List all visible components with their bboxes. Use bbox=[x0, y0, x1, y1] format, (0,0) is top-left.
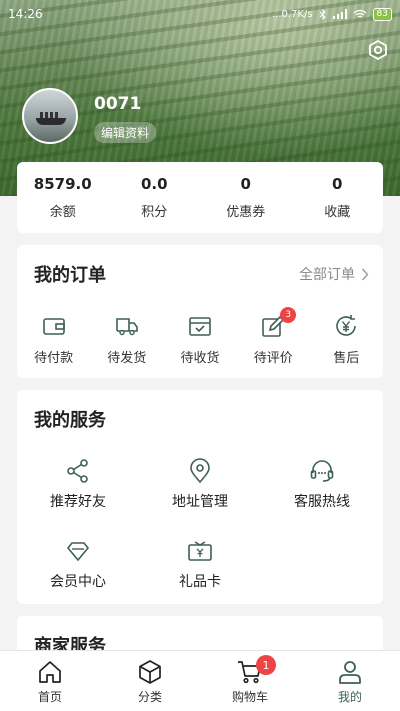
order-pending-review[interactable]: 3 待评价 bbox=[237, 307, 310, 366]
username: 0071 bbox=[94, 94, 142, 114]
share-icon bbox=[67, 459, 88, 483]
tab-label: 首页 bbox=[37, 690, 62, 704]
service-recommend-friends[interactable]: 推荐好友 bbox=[17, 458, 139, 511]
stat-balance[interactable]: 8579.0 余额 bbox=[17, 162, 109, 233]
chevron-right-icon bbox=[361, 268, 369, 280]
service-member-center[interactable]: 会员中心 bbox=[17, 538, 139, 591]
stat-value: 8579.0 bbox=[33, 175, 92, 193]
all-orders-label: 全部订单 bbox=[299, 267, 355, 283]
status-bar: 14:26 ...0.7K/s 83 bbox=[0, 0, 400, 28]
order-pending-receipt[interactable]: 待收货 bbox=[163, 313, 236, 366]
service-label: 推荐好友 bbox=[50, 494, 106, 510]
stat-label: 收藏 bbox=[324, 205, 351, 220]
stat-value: 0 bbox=[240, 175, 251, 193]
order-after-sales[interactable]: 售后 bbox=[310, 313, 383, 366]
edit-profile-button[interactable]: 编辑资料 bbox=[94, 122, 157, 143]
service-label: 会员中心 bbox=[50, 574, 106, 590]
diamond-icon bbox=[66, 542, 90, 562]
tab-category[interactable]: 分类 bbox=[100, 651, 200, 711]
service-label: 客服热线 bbox=[294, 494, 350, 510]
order-pending-shipment[interactable]: 待发货 bbox=[90, 313, 163, 366]
order-label: 待付款 bbox=[34, 351, 74, 366]
cart-count-badge: 1 bbox=[256, 655, 276, 675]
truck-icon bbox=[115, 318, 138, 336]
order-label: 待评价 bbox=[253, 351, 293, 366]
my-orders-card: 我的订单 全部订单 待付款 待发货 待收货 3 待评价 售后 bbox=[17, 245, 383, 378]
tab-cart[interactable]: 1 购物车 bbox=[200, 651, 300, 711]
home-icon bbox=[39, 661, 61, 683]
stat-favorites[interactable]: 0 收藏 bbox=[292, 162, 384, 233]
category-cube-icon bbox=[139, 660, 161, 684]
service-address-management[interactable]: 地址管理 bbox=[139, 458, 261, 511]
review-count-badge: 3 bbox=[280, 307, 297, 323]
my-services-card: 我的服务 推荐好友 地址管理 客服热线 会员中心 礼品卡 bbox=[17, 390, 383, 604]
order-label: 待收货 bbox=[180, 351, 220, 366]
headset-icon bbox=[310, 460, 334, 482]
order-pending-payment[interactable]: 待付款 bbox=[17, 313, 90, 366]
service-gift-card[interactable]: 礼品卡 bbox=[139, 538, 261, 591]
signal-icon bbox=[332, 9, 347, 19]
service-customer-hotline[interactable]: 客服热线 bbox=[261, 458, 383, 511]
gift-card-icon bbox=[188, 541, 212, 561]
bottom-tab-bar: 首页 分类 1 购物车 我的 bbox=[0, 650, 400, 711]
orders-title: 我的订单 bbox=[34, 265, 106, 286]
services-title: 我的服务 bbox=[34, 410, 106, 431]
location-icon bbox=[190, 458, 210, 484]
tab-label: 我的 bbox=[337, 690, 362, 704]
all-orders-link[interactable]: 全部订单 bbox=[299, 264, 369, 284]
network-speed: ...0.7K/s bbox=[271, 8, 313, 20]
service-label: 礼品卡 bbox=[179, 574, 221, 590]
account-stats-card: 8579.0 余额 0.0 积分 0 优惠券 0 收藏 bbox=[17, 162, 383, 233]
stat-points[interactable]: 0.0 积分 bbox=[109, 162, 201, 233]
wallet-icon bbox=[42, 318, 65, 335]
tab-home[interactable]: 首页 bbox=[0, 651, 100, 711]
stat-label: 余额 bbox=[49, 205, 76, 220]
stat-value: 0.0 bbox=[140, 175, 168, 193]
user-icon bbox=[339, 661, 361, 684]
stat-value: 0 bbox=[332, 175, 343, 193]
stat-label: 积分 bbox=[141, 205, 168, 220]
order-label: 待发货 bbox=[107, 351, 147, 366]
service-label: 地址管理 bbox=[172, 494, 228, 510]
tab-mine[interactable]: 我的 bbox=[300, 651, 400, 711]
battery-indicator: 83 bbox=[372, 7, 392, 21]
package-icon bbox=[189, 317, 211, 336]
avatar[interactable] bbox=[22, 88, 78, 144]
stat-coupons[interactable]: 0 优惠券 bbox=[200, 162, 292, 233]
order-label: 售后 bbox=[333, 351, 360, 366]
stat-label: 优惠券 bbox=[226, 205, 266, 220]
refund-icon bbox=[336, 315, 357, 336]
tab-label: 分类 bbox=[137, 690, 162, 704]
tab-label: 购物车 bbox=[231, 690, 268, 704]
bluetooth-icon bbox=[319, 8, 326, 20]
wifi-icon bbox=[353, 9, 366, 18]
gear-icon bbox=[369, 39, 387, 61]
status-time: 14:26 bbox=[8, 7, 43, 21]
settings-button[interactable] bbox=[366, 38, 390, 62]
